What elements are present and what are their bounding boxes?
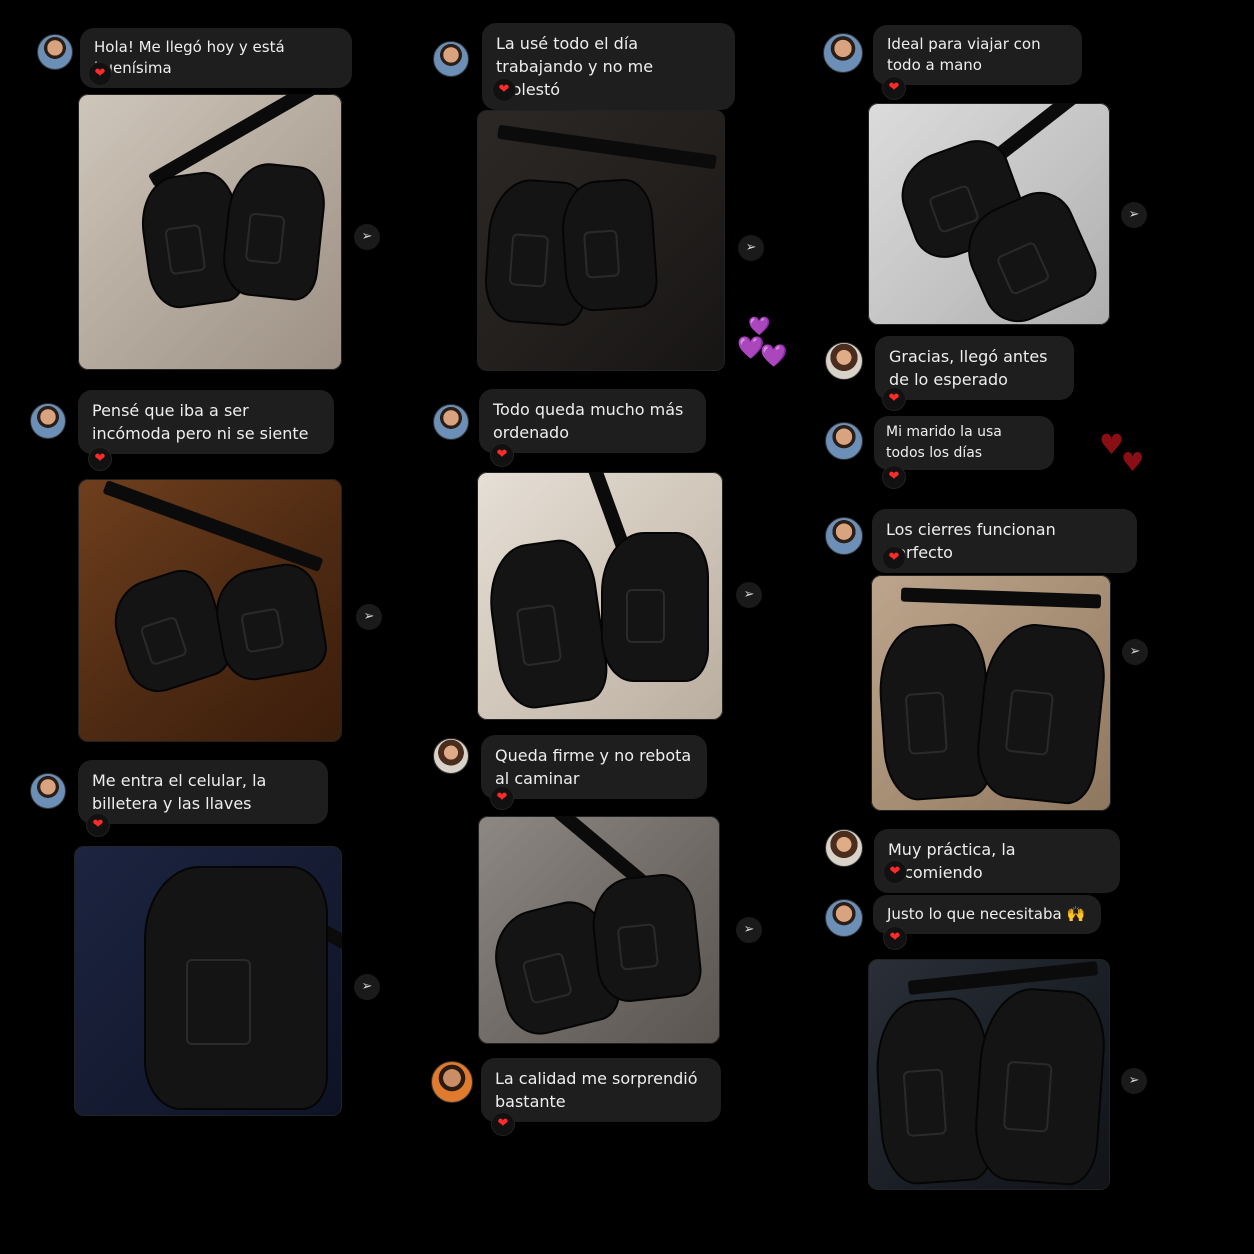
message-text: Muy práctica, la recomiendo bbox=[888, 840, 1016, 882]
red-heart-icon[interactable]: ❤ bbox=[882, 387, 906, 411]
message-text: Me entra el celular, la billetera y las … bbox=[92, 771, 267, 813]
crossbody-bag bbox=[209, 558, 331, 686]
product-photo[interactable] bbox=[871, 575, 1111, 811]
message-text: Ideal para viajar con todo a mano bbox=[887, 35, 1041, 74]
red-heart-icon[interactable]: ❤ bbox=[883, 926, 907, 950]
message-bubble: Mi marido la usa todos los días bbox=[874, 416, 1054, 470]
message-bubble: Los cierres funcionan perfecto bbox=[872, 509, 1137, 573]
red-heart-icon[interactable]: ❤ bbox=[491, 1112, 515, 1136]
product-photo[interactable] bbox=[74, 846, 342, 1116]
red-heart-icon[interactable]: ❤ bbox=[882, 546, 906, 570]
message-text: Gracias, llegó antes de lo esperado bbox=[889, 347, 1048, 389]
message-text: Queda firme y no rebota al caminar bbox=[495, 746, 692, 788]
message-bubble: La usé todo el día trabajando y no me mo… bbox=[482, 23, 735, 110]
crossbody-bag bbox=[558, 176, 660, 314]
user-avatar bbox=[825, 342, 863, 380]
crossbody-bag bbox=[219, 159, 329, 303]
crossbody-bag bbox=[971, 984, 1109, 1188]
message-bubble: Justo lo que necesitaba 🙌 bbox=[873, 895, 1101, 934]
message-text: Pensé que iba a ser incómoda pero ni se … bbox=[92, 401, 309, 443]
user-avatar bbox=[823, 33, 863, 73]
bag-strap bbox=[907, 961, 1099, 995]
message-text: La usé todo el día trabajando y no me mo… bbox=[496, 34, 654, 99]
bag-strap bbox=[900, 587, 1102, 609]
message-text: Todo queda mucho más ordenado bbox=[493, 400, 684, 442]
message-bubble: Ideal para viajar con todo a mano bbox=[873, 25, 1082, 85]
red-heart-icon[interactable]: ❤ bbox=[490, 443, 514, 467]
red-heart-icon[interactable]: ❤ bbox=[86, 813, 110, 837]
red-heart-icon[interactable]: ❤ bbox=[88, 62, 112, 86]
message-bubble: Hola! Me llegó hoy y está buenísima bbox=[80, 28, 352, 88]
product-photo[interactable] bbox=[478, 816, 720, 1044]
user-avatar bbox=[825, 899, 863, 937]
crossbody-bag bbox=[482, 535, 612, 713]
purple-hearts-icon: 💜 bbox=[748, 316, 771, 337]
user-avatar bbox=[30, 773, 66, 809]
user-avatar bbox=[825, 517, 863, 555]
user-avatar bbox=[433, 738, 469, 774]
crossbody-bag bbox=[587, 870, 705, 1006]
send-icon[interactable]: ➢ bbox=[354, 224, 380, 250]
message-text: Mi marido la usa todos los días bbox=[886, 424, 1002, 461]
send-icon[interactable]: ➢ bbox=[356, 604, 382, 630]
user-avatar bbox=[825, 422, 863, 460]
red-heart-icon[interactable]: ❤ bbox=[882, 465, 906, 489]
crossbody-bag bbox=[875, 621, 995, 803]
crossbody-bag bbox=[144, 866, 328, 1110]
red-heart-icon[interactable]: ❤ bbox=[882, 76, 906, 100]
send-icon[interactable]: ➢ bbox=[1122, 639, 1148, 665]
product-photo[interactable] bbox=[78, 479, 342, 742]
message-bubble: Queda firme y no rebota al caminar bbox=[481, 735, 707, 799]
red-heart-icon[interactable]: ❤ bbox=[490, 786, 514, 810]
message-bubble: Me entra el celular, la billetera y las … bbox=[78, 760, 328, 824]
red-heart-icon[interactable]: ❤ bbox=[88, 447, 112, 471]
user-avatar bbox=[30, 403, 66, 439]
message-bubble: Pensé que iba a ser incómoda pero ni se … bbox=[78, 390, 334, 454]
user-avatar bbox=[37, 34, 73, 70]
product-photo[interactable] bbox=[477, 472, 723, 720]
product-photo[interactable] bbox=[78, 94, 342, 370]
crossbody-bag bbox=[103, 561, 237, 701]
send-icon[interactable]: ➢ bbox=[736, 917, 762, 943]
message-text: Hola! Me llegó hoy y está buenísima bbox=[94, 38, 285, 77]
crossbody-bag bbox=[601, 532, 709, 682]
product-photo[interactable] bbox=[868, 959, 1110, 1190]
user-avatar bbox=[433, 404, 469, 440]
user-avatar bbox=[825, 829, 863, 867]
send-icon[interactable]: ➢ bbox=[1121, 202, 1147, 228]
bag-strap bbox=[497, 124, 717, 170]
send-icon[interactable]: ➢ bbox=[738, 235, 764, 261]
bag-strap bbox=[102, 480, 324, 572]
message-bubble: Muy práctica, la recomiendo bbox=[874, 829, 1120, 893]
send-icon[interactable]: ➢ bbox=[354, 974, 380, 1000]
user-avatar bbox=[431, 1061, 473, 1103]
message-bubble: La calidad me sorprendió bastante bbox=[481, 1058, 721, 1122]
purple-hearts-icon: 💜 bbox=[760, 344, 788, 369]
message-text: La calidad me sorprendió bastante bbox=[495, 1069, 698, 1111]
product-photo[interactable] bbox=[868, 103, 1110, 325]
dark-red-hearts-icon: ♥ bbox=[1121, 448, 1145, 478]
message-bubble: Todo queda mucho más ordenado bbox=[479, 389, 706, 453]
message-text: Justo lo que necesitaba 🙌 bbox=[887, 905, 1086, 923]
crossbody-bag bbox=[972, 619, 1110, 807]
message-text: Los cierres funcionan perfecto bbox=[886, 520, 1056, 562]
user-avatar bbox=[433, 41, 469, 77]
message-bubble: Gracias, llegó antes de lo esperado bbox=[875, 336, 1074, 400]
red-heart-icon[interactable]: ❤ bbox=[883, 860, 907, 884]
product-photo[interactable] bbox=[477, 110, 725, 371]
send-icon[interactable]: ➢ bbox=[1121, 1068, 1147, 1094]
send-icon[interactable]: ➢ bbox=[736, 582, 762, 608]
red-heart-icon[interactable]: ❤ bbox=[492, 78, 516, 102]
